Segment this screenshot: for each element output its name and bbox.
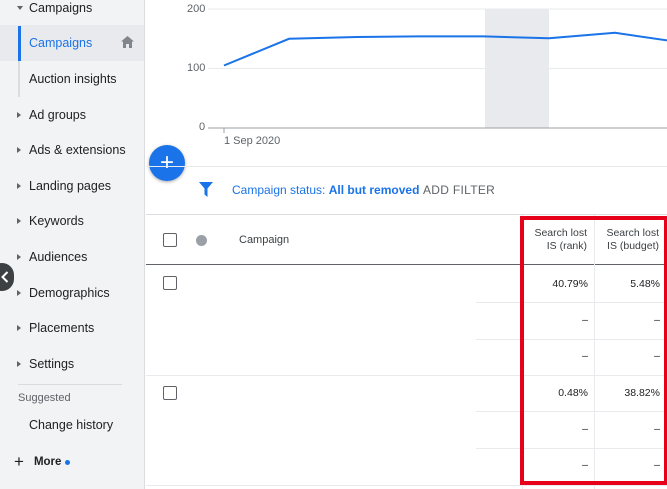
home-icon[interactable] [121, 36, 134, 51]
chevron-right-icon [17, 147, 21, 153]
filter-label: Campaign status: [232, 183, 329, 197]
campaign-status-filter[interactable]: Campaign status: All but removed [232, 183, 419, 197]
sidebar-item-settings[interactable]: Settings [0, 346, 144, 382]
y-tick-label: 100 [187, 62, 206, 74]
chevron-left-icon [1, 271, 9, 283]
chevron-right-icon [17, 290, 21, 296]
chevron-right-icon [17, 361, 21, 367]
sidebar-item-placements[interactable]: Placements [0, 310, 144, 346]
y-tick-label: 0 [199, 121, 206, 133]
sidebar-item-label: Campaigns [29, 1, 93, 15]
sidebar-item-ads-extensions[interactable]: Ads & extensions [0, 132, 144, 168]
chevron-right-icon [17, 218, 21, 224]
sidebar-item-label: Demographics [29, 286, 110, 300]
x-tick-label: 1 Sep 2020 [224, 135, 281, 147]
sidebar-item-demographics[interactable]: Demographics [0, 275, 144, 311]
sidebar-divider [18, 384, 122, 385]
performance-chart: 200 100 0 1 Sep 2020 [146, 0, 667, 160]
row-checkbox[interactable] [163, 276, 177, 290]
sidebar-item-label: Ads & extensions [29, 143, 126, 157]
sidebar-item-ad-groups[interactable]: Ad groups [0, 97, 144, 133]
chevron-down-icon [17, 6, 23, 10]
chevron-right-icon [17, 254, 21, 260]
sidebar-item-audiences[interactable]: Audiences [0, 239, 144, 275]
status-icon [196, 235, 207, 246]
sidebar-item-label: Settings [29, 357, 75, 371]
row-checkbox[interactable] [163, 386, 177, 400]
sidebar-item-label: Placements [29, 321, 95, 335]
suggested-heading: Suggested [18, 392, 71, 404]
sidebar-item-auction-insights[interactable]: Auction insights [0, 61, 144, 97]
sidebar-item-label: Change history [29, 418, 114, 432]
more-label: More [33, 456, 62, 468]
row-divider [146, 485, 667, 486]
sidebar-item-change-history[interactable]: Change history [0, 407, 144, 443]
series-line [223, 31, 667, 67]
sidebar: Campaigns Campaigns Auction insights Ad … [0, 0, 145, 489]
filter-icon[interactable] [199, 182, 213, 202]
sidebar-item-label: Landing pages [29, 179, 112, 193]
add-filter-button[interactable]: ADD FILTER [423, 183, 495, 197]
select-all-checkbox[interactable] [163, 233, 177, 247]
column-header-campaign[interactable]: Campaign [239, 234, 289, 246]
sidebar-item-label: Auction insights [29, 72, 117, 86]
sidebar-item-label: Ad groups [29, 108, 86, 122]
sidebar-item-label: Audiences [29, 250, 88, 264]
chevron-right-icon [17, 183, 21, 189]
sidebar-item-label: Keywords [29, 214, 84, 228]
plus-icon: + [14, 452, 24, 471]
highlight-box [520, 216, 667, 485]
active-indicator [18, 26, 21, 61]
more-button[interactable]: + More [14, 452, 71, 472]
sidebar-item-campaigns-group[interactable]: Campaigns [0, 0, 144, 26]
y-tick-label: 200 [187, 3, 206, 15]
sidebar-item-landing-pages[interactable]: Landing pages [0, 168, 144, 204]
filter-bar: Campaign status: All but removed ADD FIL… [146, 166, 667, 214]
sidebar-item-campaigns[interactable]: Campaigns [0, 25, 144, 61]
filter-value: All but removed [328, 183, 420, 197]
chevron-right-icon [17, 112, 21, 118]
sidebar-item-label: Campaigns [29, 36, 93, 50]
sidebar-item-keywords[interactable]: Keywords [0, 203, 144, 239]
chevron-right-icon [17, 325, 21, 331]
notification-dot [65, 459, 71, 465]
